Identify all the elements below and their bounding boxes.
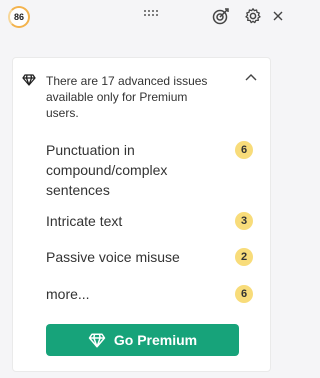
issue-count-badge: 6 (235, 285, 253, 303)
issue-count-badge: 2 (235, 248, 253, 266)
issue-item-punctuation[interactable]: Punctuation in compound/complex sentence… (46, 140, 266, 200)
go-premium-label: Go Premium (113, 332, 198, 348)
issue-label: Passive voice misuse (46, 249, 180, 265)
gear-icon[interactable] (243, 6, 263, 26)
premium-issues-card: There are 17 advanced issues available o… (12, 57, 271, 372)
score-value: 86 (13, 12, 24, 22)
issue-item-intricate-text[interactable]: Intricate text 3 (46, 211, 266, 231)
premium-notice-text: There are 17 advanced issues available o… (46, 74, 208, 120)
go-premium-button[interactable]: Go Premium (46, 324, 239, 356)
close-icon[interactable] (268, 6, 288, 26)
goals-target-icon[interactable] (211, 6, 231, 26)
premium-notice: There are 17 advanced issues available o… (22, 73, 222, 121)
issue-count-badge: 3 (235, 212, 253, 230)
diamond-icon (88, 333, 106, 347)
drag-handle-icon[interactable] (144, 10, 160, 18)
issue-label: Intricate text (46, 213, 123, 229)
issue-label: Punctuation in compound/complex sentence… (46, 142, 168, 198)
issue-count-badge: 6 (235, 141, 253, 159)
issue-item-passive-voice[interactable]: Passive voice misuse 2 (46, 247, 266, 267)
score-badge[interactable]: 86 (8, 6, 30, 28)
issue-label: more... (46, 286, 90, 302)
chevron-up-icon[interactable] (244, 71, 258, 83)
diamond-icon (22, 74, 36, 86)
issue-item-more[interactable]: more... 6 (46, 284, 266, 304)
